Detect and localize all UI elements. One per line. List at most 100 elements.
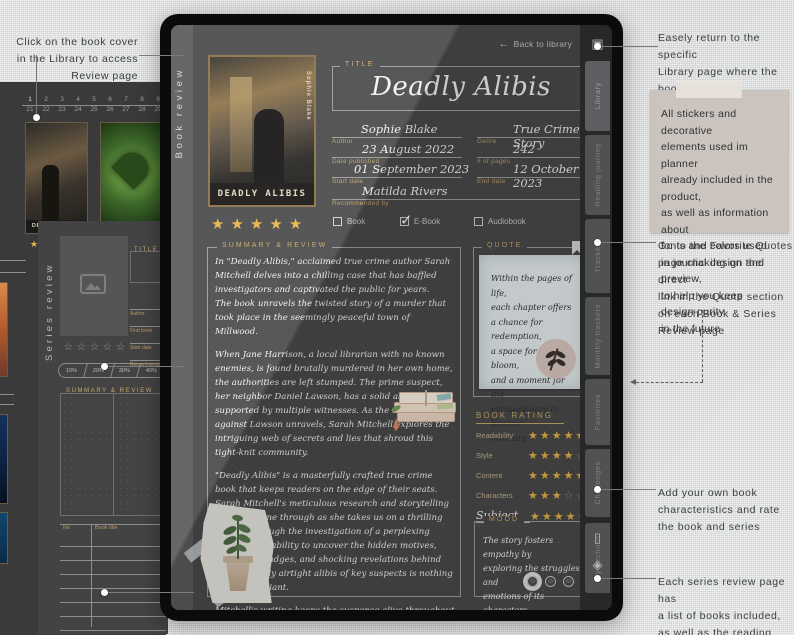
sidebar-tab-reading-journey[interactable]: Reading journey	[585, 135, 610, 215]
star[interactable]: ★	[528, 489, 538, 502]
rating-stars[interactable]: ★★★★★	[528, 469, 585, 482]
star[interactable]: ☆	[77, 343, 86, 353]
book-overall-rating[interactable]: ★ ★ ★ ★ ★	[211, 215, 302, 233]
rating-stars[interactable]: ★★★★★	[528, 429, 585, 442]
field-value-pages[interactable]: 242	[513, 142, 535, 156]
series-rating[interactable]: ☆ ☆ ☆ ☆ ☆	[64, 343, 125, 353]
book-cover-title: DEADLY ALIBIS	[210, 183, 314, 205]
format-option-book[interactable]: Book	[333, 217, 365, 226]
star[interactable]: ★	[540, 429, 550, 442]
star[interactable]: ★	[540, 449, 550, 462]
mood-selector[interactable]: ☺ ☺ ☺	[527, 576, 574, 587]
sidebar-tab-favorites[interactable]: Favorites	[585, 379, 610, 445]
star[interactable]: ★	[250, 215, 263, 233]
planner-sidebar: ▣ LibraryReading journeyTrackersMonthly …	[580, 25, 612, 610]
smile-icon[interactable]: ☺	[527, 576, 538, 587]
rating-stars[interactable]: ★★★☆☆	[528, 489, 585, 502]
star[interactable]: ☆	[564, 489, 574, 502]
field-label-author: Author	[332, 138, 353, 145]
format-option-audiobook[interactable]: Audiobook	[474, 217, 526, 226]
background-page-series-review[interactable]: Series review ☆ ☆ ☆ ☆ ☆ 10% 20% 30% 40% SUMMARY…	[38, 221, 170, 634]
library-page-number[interactable]: 4 24	[70, 96, 86, 114]
field-value-author[interactable]: Sophie Blake	[361, 122, 437, 136]
sidebar-tab-label: Favorites	[593, 393, 602, 431]
series-table-row[interactable]	[60, 533, 166, 547]
series-table-row[interactable]	[60, 575, 166, 589]
field-value-start-date[interactable]: 01 September 2023	[354, 162, 469, 176]
library-cover-4[interactable]	[0, 414, 8, 504]
sidebar-tab-label: Monthly trackers	[593, 303, 602, 369]
checkbox-ebook[interactable]	[400, 211, 413, 229]
star[interactable]: ☆	[103, 343, 112, 353]
library-page-number[interactable]: 7 27	[118, 96, 134, 114]
field-value-end-date[interactable]: 12 October 2023	[513, 162, 580, 190]
clipboard-icon[interactable]: ▯	[588, 528, 607, 547]
rating-row-style[interactable]: Style ★★★★☆	[476, 449, 585, 462]
series-table-row[interactable]	[60, 603, 166, 617]
sidebar-tab-library[interactable]: Library	[585, 61, 610, 131]
star[interactable]: ★	[552, 429, 562, 442]
sidebar-tab-monthly-trackers[interactable]: Monthly trackers	[585, 297, 610, 375]
star[interactable]: ★	[540, 469, 550, 482]
library-page-number[interactable]: 6 26	[102, 96, 118, 114]
series-table-row[interactable]	[60, 561, 166, 575]
field-value-date-published[interactable]: 23 August 2022	[362, 142, 454, 156]
tag-icon[interactable]: ◈	[588, 555, 607, 574]
star[interactable]: ☆	[116, 343, 125, 353]
library-cover-5[interactable]	[0, 512, 8, 564]
star[interactable]: ★	[230, 215, 243, 233]
library-page-number[interactable]: 2 22	[38, 96, 54, 114]
checkbox-audiobook[interactable]	[474, 217, 483, 226]
star[interactable]: ☆	[90, 343, 99, 353]
star[interactable]: ★	[289, 215, 302, 233]
star[interactable]: ★	[564, 429, 574, 442]
library-cover-1[interactable]: DEADLY ALIBIS	[25, 122, 88, 234]
library-page-numbers[interactable]: 1212223234245256267278289291030	[22, 96, 182, 114]
mood-text[interactable]: The story fosters empathy by exploring t…	[483, 533, 583, 610]
star[interactable]: ★	[528, 449, 538, 462]
book-cover[interactable]: DEADLY ALIBIS Sophie Blake	[208, 55, 316, 207]
library-page-number[interactable]: 3 23	[54, 96, 70, 114]
callout-arrowhead	[630, 379, 636, 385]
annotation-series-list: Each series review page has a list of bo…	[658, 576, 786, 635]
star[interactable]: ★	[552, 449, 562, 462]
library-cover-3[interactable]	[0, 282, 8, 377]
star[interactable]: ★	[552, 469, 562, 482]
rating-label: Characters	[476, 491, 513, 500]
star[interactable]: ★	[528, 469, 538, 482]
star[interactable]: ★	[564, 469, 574, 482]
star[interactable]: ★	[211, 215, 224, 233]
star[interactable]: ★	[552, 489, 562, 502]
book-review-tab-label: Book review	[174, 67, 185, 159]
star[interactable]: ★	[540, 489, 550, 502]
rating-stars[interactable]: ★★★★☆	[528, 449, 585, 462]
sidebar-tab-trackers[interactable]: Trackers	[585, 219, 610, 293]
sidebar-tab-challenges[interactable]: Challenges	[585, 449, 610, 517]
star[interactable]: ★	[269, 215, 282, 233]
library-page-number[interactable]: 8 28	[134, 96, 150, 114]
rating-row-characters[interactable]: Characters ★★★☆☆	[476, 489, 585, 502]
star[interactable]: ☆	[64, 343, 73, 353]
series-book-table[interactable]: No Book title	[60, 524, 166, 631]
sad-icon[interactable]: ☺	[563, 576, 574, 587]
rating-row-readability[interactable]: Readability ★★★★★	[476, 429, 585, 442]
series-table-row[interactable]	[60, 547, 166, 561]
field-value-recommended-by[interactable]: Matilda Rivers	[362, 184, 448, 198]
format-option-ebook[interactable]: E-Book	[400, 211, 440, 229]
back-to-library-label: Back to library	[513, 39, 572, 49]
rating-row-content[interactable]: Content ★★★★★	[476, 469, 585, 482]
star[interactable]: ★	[528, 429, 538, 442]
book-review-side-tab[interactable]: Book review	[171, 25, 193, 610]
series-table-row[interactable]	[60, 617, 166, 631]
star[interactable]: ★	[30, 240, 38, 249]
progress-segment[interactable]: 10%	[59, 364, 88, 377]
star[interactable]: ★	[564, 449, 574, 462]
neutral-icon[interactable]: ☺	[545, 576, 556, 587]
series-cover-placeholder[interactable]	[60, 236, 128, 336]
library-cover-2[interactable]	[100, 122, 163, 234]
checkbox-book[interactable]	[333, 217, 342, 226]
library-page-number[interactable]: 5 25	[86, 96, 102, 114]
quote-card[interactable]: Within the pages of life, each chapter o…	[479, 255, 584, 443]
title-field-value[interactable]: Deadly Alibis	[332, 72, 590, 102]
back-to-library-button[interactable]: ← Back to library	[498, 38, 572, 50]
